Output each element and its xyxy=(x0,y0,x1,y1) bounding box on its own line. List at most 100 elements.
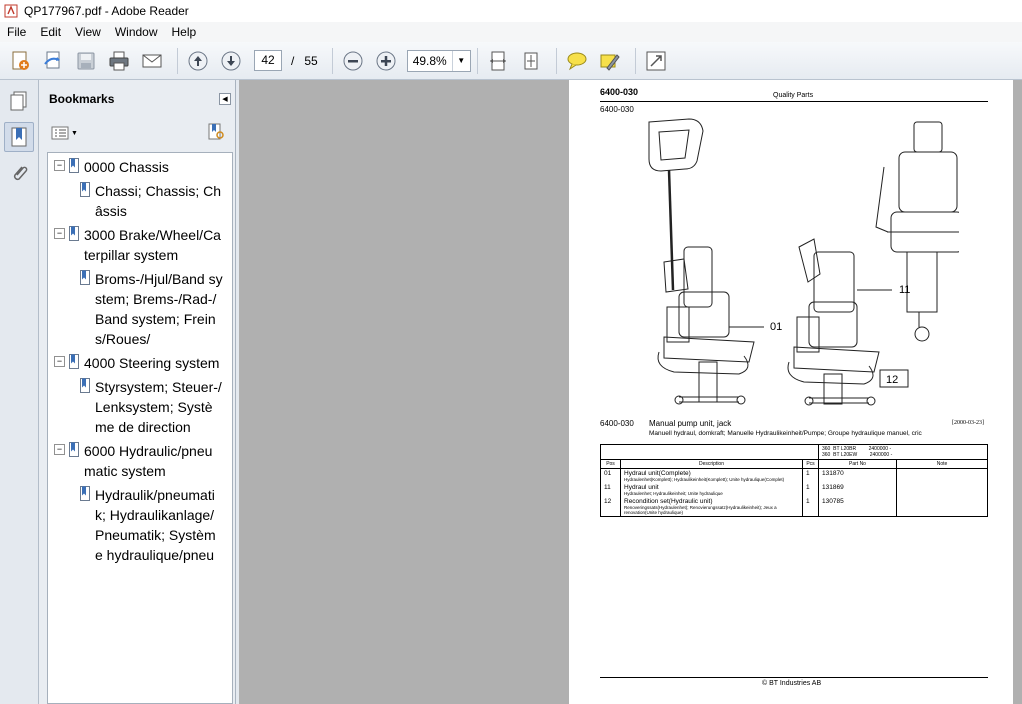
menu-file[interactable]: File xyxy=(0,23,33,41)
model-c: 2400000 - xyxy=(869,452,893,458)
row-note xyxy=(896,468,988,483)
collapse-toggle-icon[interactable]: − xyxy=(54,356,65,367)
row-desc-main: Hydraul unit xyxy=(624,484,659,491)
print-icon xyxy=(109,51,129,70)
col-pcs: Pcs xyxy=(802,459,819,469)
row-note xyxy=(896,497,988,517)
collapse-toggle-icon[interactable]: − xyxy=(54,160,65,171)
pdf-page: 6400-030 Quality Parts 6400-030 01 11 12… xyxy=(569,80,1013,704)
caption-title: Manual pump unit, jack xyxy=(649,419,732,428)
fullscreen-button[interactable] xyxy=(642,47,670,75)
model-row: 360 BT L20BR 2400000 - 360 BT L20EW 2400… xyxy=(601,444,988,460)
menu-window[interactable]: Window xyxy=(108,23,165,41)
find-bookmark-button[interactable] xyxy=(207,123,225,144)
page-number-input[interactable]: 42 xyxy=(254,50,282,71)
collapse-toggle-icon[interactable]: − xyxy=(54,444,65,455)
bookmark-item: − 4000 Steering system Styrsystem; Steuer-… xyxy=(48,349,232,437)
paperclip-icon xyxy=(13,166,28,181)
zoom-out-icon xyxy=(343,51,363,70)
bookmark-child[interactable]: Broms-/Hjul/Band system; Brems-/Rad-/Ban… xyxy=(54,269,232,349)
bookmarks-panel-button[interactable] xyxy=(4,122,34,152)
row-description: Recondition set(Hydraulic unit) Renoverin… xyxy=(620,497,803,517)
create-pdf-button[interactable] xyxy=(6,47,34,75)
email-icon xyxy=(142,54,162,67)
bookmark-item: − 6000 Hydraulic/pneumatic system Hydrauli… xyxy=(48,437,232,565)
bookmark-search-icon xyxy=(208,123,224,139)
bookmark-child-label[interactable]: Hydraulik/pneumatik; Hydraulikanlage/Pne… xyxy=(95,485,223,565)
document-viewport[interactable]: 6400-030 Quality Parts 6400-030 01 11 12… xyxy=(239,80,1022,704)
menu-edit[interactable]: Edit xyxy=(33,23,68,41)
fit-width-button[interactable] xyxy=(484,47,512,75)
zoom-in-button[interactable] xyxy=(372,47,400,75)
bookmark-icon xyxy=(69,442,79,457)
bookmark-label[interactable]: 0000 Chassis xyxy=(84,157,224,177)
sign-button[interactable] xyxy=(596,47,624,75)
bookmark-row[interactable]: − 3000 Brake/Wheel/Caterpillar system xyxy=(54,225,232,265)
pages-panel-button[interactable] xyxy=(4,86,34,116)
zoom-select[interactable]: 49.8% ▼ xyxy=(406,49,471,72)
bookmark-child-label[interactable]: Styrsystem; Steuer-/Lenksystem; Système … xyxy=(95,377,223,437)
bookmark-row[interactable]: − 4000 Steering system xyxy=(54,353,232,373)
create-pdf-icon xyxy=(12,51,29,70)
email-button[interactable] xyxy=(138,47,166,75)
row-desc-sub: Hydraulenhet; Hydraulikeinheit; Unite hy… xyxy=(624,491,723,496)
row-pcs: 1 xyxy=(802,483,819,497)
bookmark-icon xyxy=(80,486,90,501)
menu-view[interactable]: View xyxy=(68,23,108,41)
bookmark-child[interactable]: Chassi; Chassis; Châssis xyxy=(54,181,232,221)
navigation-rail xyxy=(0,80,39,704)
row-pos: 12 xyxy=(604,498,612,505)
comment-icon xyxy=(567,52,587,70)
callout-12: 12 xyxy=(886,374,898,386)
toolbar-separator xyxy=(634,47,636,74)
attachments-panel-button[interactable] xyxy=(4,158,34,188)
model-b: BT L20EW xyxy=(833,452,858,458)
bookmarks-toolbar: ▼ xyxy=(39,118,235,148)
page-footer: © BT Industries AB xyxy=(762,680,822,687)
fit-page-button[interactable] xyxy=(517,47,545,75)
bookmark-label[interactable]: 6000 Hydraulic/pneumatic system xyxy=(84,441,224,481)
page-count: / 55 xyxy=(291,54,318,68)
previous-page-button[interactable] xyxy=(184,47,212,75)
collapse-panel-icon[interactable]: ◀ xyxy=(219,93,231,105)
page-total: 55 xyxy=(304,53,318,68)
collapse-toggle-icon[interactable]: − xyxy=(54,228,65,239)
zoom-value[interactable]: 49.8% xyxy=(408,54,452,68)
bookmark-child[interactable]: Hydraulik/pneumatik; Hydraulikanlage/Pne… xyxy=(54,485,232,565)
toolbar-separator xyxy=(476,47,478,74)
chevron-down-icon[interactable]: ▼ xyxy=(451,50,470,71)
bookmark-child-label[interactable]: Chassi; Chassis; Châssis xyxy=(95,181,223,221)
parts-table: 360 BT L20BR 2400000 - 360 BT L20EW 2400… xyxy=(600,444,988,517)
print-button[interactable] xyxy=(105,47,133,75)
comment-button[interactable] xyxy=(563,47,591,75)
footer-rule xyxy=(600,677,988,678)
next-page-icon xyxy=(221,51,241,70)
bookmarks-header: Bookmarks ◀ xyxy=(39,80,235,118)
menu-help[interactable]: Help xyxy=(165,23,204,41)
row-partno: 131869 xyxy=(818,483,897,497)
bookmark-child[interactable]: Styrsystem; Steuer-/Lenksystem; Système … xyxy=(54,377,232,437)
row-desc-sub: Renoveringssats(Hydraulenhet); Renovieru… xyxy=(624,505,777,515)
caption-subtitle: Manuell hydraul, domkraft; Manuelle Hydr… xyxy=(649,430,922,437)
options-icon xyxy=(51,126,69,140)
adobe-reader-icon xyxy=(4,4,18,18)
bookmark-child-label[interactable]: Broms-/Hjul/Band system; Brems-/Rad-/Ban… xyxy=(95,269,223,349)
save-button[interactable] xyxy=(72,47,100,75)
next-page-button[interactable] xyxy=(217,47,245,75)
bookmark-row[interactable]: − 6000 Hydraulic/pneumatic system xyxy=(54,441,232,481)
share-button[interactable] xyxy=(39,47,67,75)
page-header-code: 6400-030 xyxy=(600,87,639,97)
bookmark-row[interactable]: − 0000 Chassis xyxy=(54,157,232,177)
options-menu-button[interactable]: ▼ xyxy=(51,126,78,140)
title-bar: QP177967.pdf - Adobe Reader xyxy=(0,0,1022,22)
row-pos: 11 xyxy=(604,484,611,491)
table-header-row: Pos Description Pcs Part No Note xyxy=(600,459,988,469)
bookmark-label[interactable]: 4000 Steering system xyxy=(84,353,224,373)
fit-width-icon xyxy=(489,51,506,70)
bookmarks-panel: Bookmarks ◀ ▼ − 0000 Chassis Chassi; Chass… xyxy=(39,80,236,704)
zoom-out-button[interactable] xyxy=(339,47,367,75)
bookmark-label[interactable]: 3000 Brake/Wheel/Caterpillar system xyxy=(84,225,224,265)
toolbar-separator xyxy=(555,47,557,74)
model-a: 360 xyxy=(822,452,831,458)
bookmarks-tree: − 0000 Chassis Chassi; Chassis; Châssis − 30… xyxy=(47,152,233,704)
